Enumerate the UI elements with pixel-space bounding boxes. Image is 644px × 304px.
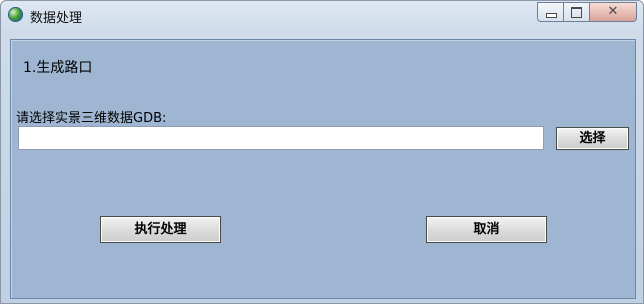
- select-button[interactable]: 选择: [556, 127, 629, 150]
- close-button[interactable]: ✕: [589, 2, 637, 22]
- globe-icon: [8, 7, 23, 22]
- maximize-icon: [571, 7, 582, 18]
- minimize-button[interactable]: [537, 2, 564, 22]
- window-title: 数据处理: [30, 11, 83, 26]
- title-bar[interactable]: 数据处理 ✕: [1, 1, 643, 31]
- section-title: 1.生成路口: [23, 60, 93, 76]
- dialog-window: 数据处理 ✕ 1.生成路口 请选择实景三维数据GDB: 选择 执行处理 取消: [0, 0, 644, 304]
- dialog-body: 1.生成路口 请选择实景三维数据GDB: 选择 执行处理 取消: [10, 39, 636, 299]
- gdb-path-input[interactable]: [18, 126, 544, 150]
- maximize-button[interactable]: [563, 2, 590, 22]
- minimize-icon: [546, 13, 557, 18]
- execute-button[interactable]: 执行处理: [100, 216, 221, 243]
- close-icon: ✕: [607, 4, 619, 19]
- gdb-label: 请选择实景三维数据GDB:: [16, 111, 167, 126]
- window-controls: ✕: [537, 2, 637, 22]
- cancel-button[interactable]: 取消: [426, 216, 547, 243]
